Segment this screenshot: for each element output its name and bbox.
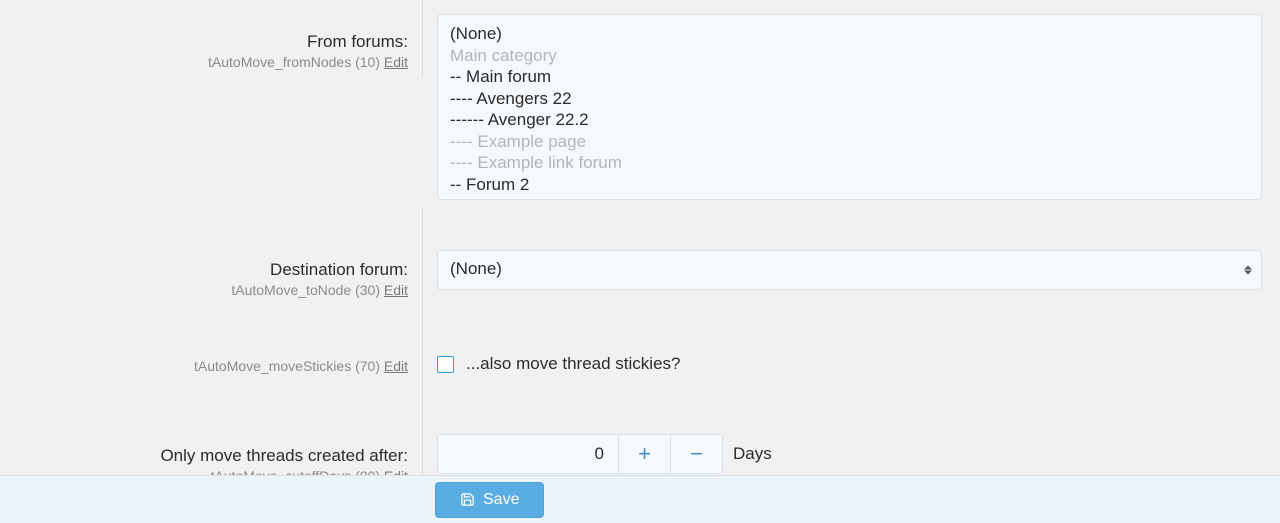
row-move-stickies: tAutoMove_moveStickies (70) Edit ...also… — [0, 306, 1280, 382]
edit-link-cutoff[interactable]: Edit — [384, 468, 408, 475]
cutoff-unit-label: Days — [733, 444, 772, 464]
move-stickies-label[interactable]: ...also move thread stickies? — [466, 354, 680, 374]
cutoff-stepper-row: + − Days — [437, 434, 1262, 474]
cutoff-days-stepper: + − — [437, 434, 723, 474]
row-cutoff-days: Only move threads created after: tAutoMo… — [0, 382, 1280, 475]
label-destination-forum: Destination forum: — [0, 260, 408, 280]
automove-settings-form: From forums: tAutoMove_fromNodes (10) Ed… — [0, 0, 1280, 523]
move-stickies-checkbox[interactable] — [437, 356, 454, 373]
label-col-stickies: tAutoMove_moveStickies (70) Edit — [0, 306, 423, 382]
cutoff-increment-button[interactable]: + — [618, 435, 670, 473]
perm-key-destination: tAutoMove_toNode (30) — [231, 282, 384, 298]
sublabel-from-forums: tAutoMove_fromNodes (10) Edit — [0, 54, 408, 70]
from-forums-option-4[interactable]: ------ Avenger 22.2 — [450, 109, 1249, 131]
content-destination: (None) — [423, 208, 1280, 298]
edit-link-destination[interactable]: Edit — [384, 282, 408, 298]
perm-key-stickies: tAutoMove_moveStickies (70) — [194, 358, 384, 374]
row-from-forums: From forums: tAutoMove_fromNodes (10) Ed… — [0, 0, 1280, 208]
label-col-destination: Destination forum: tAutoMove_toNode (30)… — [0, 208, 423, 306]
perm-key-cutoff: tAutoMove_cutoffDays (80) — [211, 468, 384, 475]
from-forums-option-3[interactable]: ---- Avengers 22 — [450, 88, 1249, 110]
label-cutoff-days: Only move threads created after: — [0, 446, 408, 466]
form-footer: Save — [0, 475, 1280, 523]
form-body: From forums: tAutoMove_fromNodes (10) Ed… — [0, 0, 1280, 475]
destination-forum-select[interactable]: (None) — [437, 250, 1262, 290]
content-cutoff: + − Days Set to 0 to disable automatical… — [423, 382, 1280, 475]
sublabel-cutoff: tAutoMove_cutoffDays (80) Edit — [0, 468, 408, 475]
content-stickies: ...also move thread stickies? — [423, 306, 1280, 382]
content-from-forums: (None)Main category-- Main forum---- Ave… — [423, 0, 1280, 208]
cutoff-days-input[interactable] — [438, 435, 618, 473]
label-col-cutoff: Only move threads created after: tAutoMo… — [0, 382, 423, 475]
perm-key-from-forums: tAutoMove_fromNodes (10) — [208, 54, 384, 70]
save-button[interactable]: Save — [435, 482, 544, 518]
save-icon — [460, 492, 475, 507]
label-col-from-forums: From forums: tAutoMove_fromNodes (10) Ed… — [0, 0, 423, 78]
from-forums-option-2[interactable]: -- Main forum — [450, 66, 1249, 88]
from-forums-option-0[interactable]: (None) — [450, 23, 1249, 45]
sublabel-destination: tAutoMove_toNode (30) Edit — [0, 282, 408, 298]
cutoff-decrement-button[interactable]: − — [670, 435, 722, 473]
from-forums-option-7[interactable]: -- Forum 2 — [450, 174, 1249, 196]
edit-link-from-forums[interactable]: Edit — [384, 54, 408, 70]
from-forums-option-1: Main category — [450, 45, 1249, 67]
from-forums-option-5: ---- Example page — [450, 131, 1249, 153]
from-forums-listbox[interactable]: (None)Main category-- Main forum---- Ave… — [437, 14, 1262, 200]
from-forums-option-6: ---- Example link forum — [450, 152, 1249, 174]
row-destination-forum: Destination forum: tAutoMove_toNode (30)… — [0, 208, 1280, 306]
label-from-forums: From forums: — [0, 32, 408, 52]
edit-link-stickies[interactable]: Edit — [384, 358, 408, 374]
destination-select-wrap: (None) — [437, 250, 1262, 290]
save-button-label: Save — [483, 491, 519, 509]
sublabel-stickies: tAutoMove_moveStickies (70) Edit — [0, 358, 408, 374]
